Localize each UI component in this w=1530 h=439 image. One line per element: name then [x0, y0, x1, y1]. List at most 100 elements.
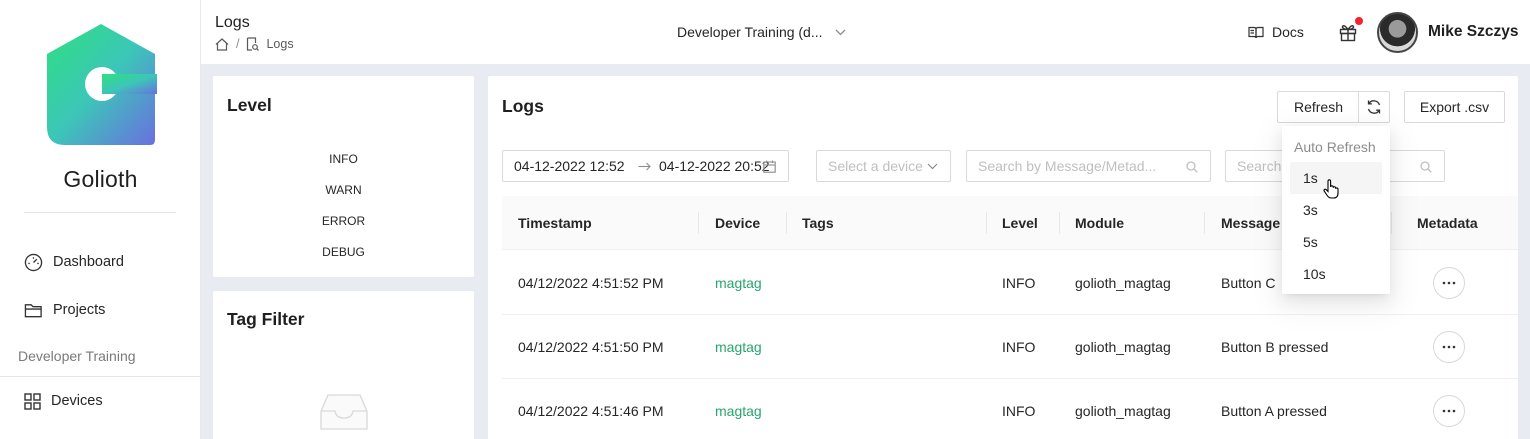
calendar-icon	[763, 160, 776, 173]
column-header-tags[interactable]: Tags	[802, 196, 834, 250]
user-name[interactable]: Mike Szczys	[1428, 23, 1518, 41]
search-icon	[1420, 161, 1432, 173]
sidebar-divider	[0, 376, 201, 377]
docs-label: Docs	[1272, 24, 1304, 40]
device-select-placeholder: Select a device	[828, 158, 923, 174]
column-divider	[1204, 212, 1205, 234]
column-header-module[interactable]: Module	[1075, 196, 1124, 250]
notification-dot	[1355, 17, 1363, 25]
metadata-more-button[interactable]	[1433, 331, 1465, 363]
chevron-down-icon	[927, 163, 938, 170]
page-title: Logs	[215, 14, 250, 31]
folder-icon	[24, 303, 42, 317]
brand-name: Golioth	[63, 166, 138, 192]
home-icon[interactable]	[215, 37, 229, 51]
hand-pointer-cursor-icon	[1323, 179, 1339, 199]
grid-icon	[24, 392, 41, 410]
chevron-down-icon	[835, 29, 845, 35]
tag-filter-card: Tag Filter	[213, 291, 474, 439]
column-divider	[1391, 212, 1392, 234]
cell-timestamp: 04/12/2022 4:51:46 PM	[518, 403, 664, 419]
breadcrumb-current: Logs	[266, 37, 294, 51]
cell-timestamp: 04/12/2022 4:51:50 PM	[518, 339, 664, 355]
cell-message: Button C	[1221, 275, 1276, 291]
level-option-debug[interactable]: DEBUG	[213, 244, 474, 275]
level-option-info[interactable]: INFO	[213, 151, 474, 182]
level-option-warn[interactable]: WARN	[213, 182, 474, 213]
file-search-icon	[247, 37, 260, 51]
auto-refresh-option-5s[interactable]: 5s	[1290, 226, 1382, 258]
date-start[interactable]: 04-12-2022 12:52	[514, 158, 625, 174]
cell-level: INFO	[1002, 275, 1036, 291]
sidebar-item-label: Devices	[51, 393, 103, 409]
table-row: 04/12/2022 4:51:50 PM magtag INFO goliot…	[502, 315, 1518, 379]
cell-module: golioth_magtag	[1075, 403, 1171, 419]
sidebar-item-label: Projects	[53, 302, 106, 318]
refresh-button[interactable]: Refresh	[1277, 91, 1359, 123]
column-header-level[interactable]: Level	[1002, 196, 1038, 250]
tag-filter-title: Tag Filter	[227, 309, 305, 329]
logs-title: Logs	[502, 96, 544, 116]
column-header-timestamp[interactable]: Timestamp	[518, 196, 592, 250]
auto-refresh-option-10s[interactable]: 10s	[1290, 258, 1382, 290]
column-header-message[interactable]: Message	[1221, 196, 1280, 250]
project-select[interactable]: Developer Training (d...	[677, 24, 846, 40]
avatar[interactable]	[1377, 12, 1418, 53]
cell-device-link[interactable]: magtag	[715, 315, 762, 379]
gift-icon	[1339, 25, 1357, 42]
breadcrumb-separator: /	[236, 37, 240, 51]
cell-module: golioth_magtag	[1075, 275, 1171, 291]
export-csv-button[interactable]: Export .csv	[1404, 91, 1505, 123]
message-search-placeholder: Search by Message/Metad...	[978, 158, 1157, 174]
device-select[interactable]: Select a device	[816, 150, 951, 182]
level-card-title: Level	[227, 95, 272, 115]
book-icon	[1248, 26, 1264, 38]
column-divider	[786, 212, 787, 234]
sidebar-section-title: Developer Training	[18, 348, 136, 364]
cell-timestamp: 04/12/2022 4:51:52 PM	[518, 275, 664, 291]
cell-module: golioth_magtag	[1075, 339, 1171, 355]
cell-message: Button A pressed	[1221, 403, 1327, 419]
column-divider	[1059, 212, 1060, 234]
ellipsis-icon	[1442, 409, 1456, 413]
level-list: INFO WARN ERROR DEBUG	[213, 151, 474, 275]
updates-button[interactable]	[1338, 17, 1363, 42]
auto-refresh-group-title: Auto Refresh	[1294, 139, 1376, 155]
golioth-logo	[47, 24, 157, 145]
arrow-right-icon	[638, 162, 651, 171]
sidebar-item-dashboard[interactable]: Dashboard	[24, 250, 124, 274]
column-divider	[698, 212, 699, 234]
metadata-more-button[interactable]	[1433, 267, 1465, 299]
sidebar-divider	[24, 212, 176, 213]
message-search-input[interactable]: Search by Message/Metad...	[966, 150, 1211, 182]
ellipsis-icon	[1442, 281, 1456, 285]
cell-device-link[interactable]: magtag	[715, 251, 762, 315]
level-card: Level INFO WARN ERROR DEBUG	[213, 76, 474, 277]
ellipsis-icon	[1442, 345, 1456, 349]
column-header-metadata[interactable]: Metadata	[1417, 196, 1478, 250]
sidebar-item-projects[interactable]: Projects	[24, 298, 105, 322]
search-icon	[1186, 161, 1198, 173]
gauge-icon	[24, 253, 43, 271]
cell-message: Button B pressed	[1221, 339, 1329, 355]
docs-link[interactable]: Docs	[1248, 24, 1304, 40]
cell-level: INFO	[1002, 403, 1036, 419]
date-range-picker[interactable]: 04-12-2022 12:52 04-12-2022 20:52	[502, 150, 789, 182]
column-divider	[986, 212, 987, 234]
secondary-search-placeholder: Search	[1237, 158, 1282, 174]
cell-device-link[interactable]: magtag	[715, 379, 762, 439]
cell-level: INFO	[1002, 339, 1036, 355]
metadata-more-button[interactable]	[1433, 395, 1465, 427]
sync-icon	[1367, 100, 1381, 114]
project-select-value: Developer Training (d...	[677, 24, 823, 40]
level-option-error[interactable]: ERROR	[213, 213, 474, 244]
column-header-device[interactable]: Device	[715, 196, 760, 250]
sidebar: Golioth Dashboard Projects Developer Tra…	[0, 0, 201, 439]
table-row: 04/12/2022 4:51:46 PM magtag INFO goliot…	[502, 379, 1518, 439]
breadcrumb: / Logs	[215, 37, 294, 51]
date-end[interactable]: 04-12-2022 20:52	[659, 158, 770, 174]
auto-refresh-dropdown-button[interactable]	[1358, 91, 1390, 123]
sidebar-item-devices[interactable]: Devices	[24, 389, 103, 413]
empty-inbox-icon	[320, 394, 368, 430]
sidebar-item-label: Dashboard	[53, 254, 124, 270]
